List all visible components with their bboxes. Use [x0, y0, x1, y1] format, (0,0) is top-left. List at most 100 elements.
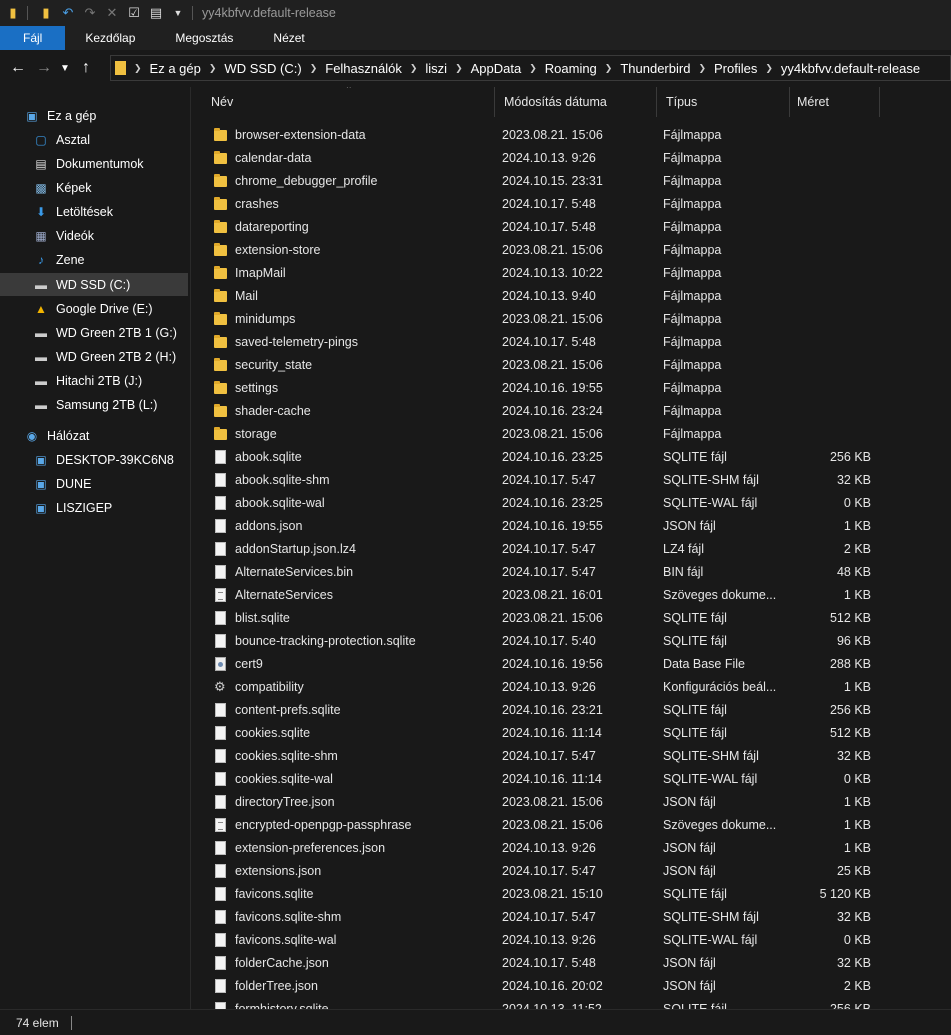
sidebar-item-documents[interactable]: ▤ Dokumentumok — [0, 152, 188, 175]
file-row[interactable]: favicons.sqlite-wal 2024.10.13. 9:26 SQLIT… — [192, 929, 951, 952]
sidebar-item-wd-ssd[interactable]: ▬ WD SSD (C:) — [0, 273, 188, 296]
sidebar-item-hitachi[interactable]: ▬ Hitachi 2TB (J:) — [0, 369, 188, 392]
breadcrumb-roaming[interactable]: Roaming — [539, 61, 603, 76]
file-row[interactable]: cookies.sqlite 2024.10.16. 11:14 SQLITE fá… — [192, 722, 951, 745]
file-row[interactable]: abook.sqlite 2024.10.16. 23:25 SQLITE fájl… — [192, 446, 951, 469]
folder-row[interactable]: Mail 2024.10.13. 9:40 Fájlmappa — [192, 285, 951, 308]
chevron-down-icon[interactable]: ▼ — [169, 4, 187, 22]
file-row[interactable]: formhistory.sqlite 2024.10.13. 11:52 SQLIT… — [192, 998, 951, 1009]
pane-divider[interactable] — [190, 87, 191, 1009]
chevron-right-icon[interactable]: ❯ — [527, 63, 539, 74]
sidebar-item-desktop-39kc6n8[interactable]: ▣ DESKTOP-39KC6N8 — [0, 448, 188, 471]
chevron-right-icon[interactable]: ❯ — [308, 63, 320, 74]
file-type: Fájlmappa — [663, 404, 722, 418]
file-row[interactable]: addons.json 2024.10.16. 19:55 JSON fájl 1 K… — [192, 515, 951, 538]
folder-row[interactable]: ImapMail 2024.10.13. 10:22 Fájlmappa — [192, 262, 951, 285]
up-button[interactable]: ↑ — [73, 54, 99, 82]
sidebar-item-wd-green-2[interactable]: ▬ WD Green 2TB 2 (H:) — [0, 345, 188, 368]
recent-locations-button[interactable]: ▼ — [57, 54, 73, 82]
rename-icon[interactable]: ▤ — [147, 4, 165, 22]
sidebar-item-dune[interactable]: ▣ DUNE — [0, 472, 188, 495]
redo-icon[interactable]: ↷ — [81, 4, 99, 22]
sidebar-item-samsung[interactable]: ▬ Samsung 2TB (L:) — [0, 393, 188, 416]
folder-row[interactable]: datareporting 2024.10.17. 5:48 Fájlmappa — [192, 216, 951, 239]
file-row[interactable]: folderTree.json 2024.10.16. 20:02 JSON fáj… — [192, 975, 951, 998]
sidebar-item-music[interactable]: ♪ Zene — [0, 248, 188, 271]
folder-row[interactable]: browser-extension-data 2023.08.21. 15:06 F… — [192, 124, 951, 147]
tab-file[interactable]: Fájl — [0, 26, 66, 50]
file-date: 2024.10.17. 5:47 — [502, 910, 596, 924]
breadcrumb-drive[interactable]: WD SSD (C:) — [218, 61, 307, 76]
folder-row[interactable]: extension-store 2023.08.21. 15:06 Fájlmapp… — [192, 239, 951, 262]
back-button[interactable]: ← — [5, 54, 31, 82]
folder-row[interactable]: chrome_debugger_profile 2024.10.15. 23:31… — [192, 170, 951, 193]
chevron-right-icon[interactable]: ❯ — [453, 63, 465, 74]
breadcrumb-user[interactable]: liszi — [419, 61, 453, 76]
file-row[interactable]: folderCache.json 2024.10.17. 5:48 JSON fáj… — [192, 952, 951, 975]
file-row[interactable]: cookies.sqlite-wal 2024.10.16. 11:14 SQLIT… — [192, 768, 951, 791]
folder-row[interactable]: saved-telemetry-pings 2024.10.17. 5:48 Fáj… — [192, 331, 951, 354]
breadcrumb-this-pc[interactable]: Ez a gép — [144, 61, 207, 76]
sidebar-item-network[interactable]: ◉ Hálózat — [0, 424, 188, 447]
file-row[interactable]: abook.sqlite-wal 2024.10.16. 23:25 SQLITE-… — [192, 492, 951, 515]
file-row[interactable]: directoryTree.json 2023.08.21. 15:06 JSON … — [192, 791, 951, 814]
folder-row[interactable]: shader-cache 2024.10.16. 23:24 Fájlmappa — [192, 400, 951, 423]
sidebar-item-this-pc[interactable]: ▣ Ez a gép — [0, 104, 188, 127]
file-row[interactable]: abook.sqlite-shm 2024.10.17. 5:47 SQLITE-S… — [192, 469, 951, 492]
breadcrumb-current[interactable]: yy4kbfvv.default-release — [775, 61, 926, 76]
file-row[interactable]: extensions.json 2024.10.17. 5:47 JSON fájl… — [192, 860, 951, 883]
file-row[interactable]: addonStartup.json.lz4 2024.10.17. 5:47 LZ4… — [192, 538, 951, 561]
file-row[interactable]: content-prefs.sqlite 2024.10.16. 23:21 SQL… — [192, 699, 951, 722]
file-row[interactable]: AlternateServices 2023.08.21. 16:01 Szöveg… — [192, 584, 951, 607]
chevron-right-icon[interactable]: ❯ — [696, 63, 708, 74]
file-row[interactable]: favicons.sqlite-shm 2024.10.17. 5:47 SQLIT… — [192, 906, 951, 929]
drive-icon: ▬ — [35, 397, 47, 412]
breadcrumb-appdata[interactable]: AppData — [465, 61, 528, 76]
folder-row[interactable]: minidumps 2023.08.21. 15:06 Fájlmappa — [192, 308, 951, 331]
checkmark-icon[interactable]: ☑ — [125, 4, 143, 22]
folder-row[interactable]: security_state 2023.08.21. 15:06 Fájlmappa — [192, 354, 951, 377]
undo-icon[interactable]: ↶ — [59, 4, 77, 22]
folder-row[interactable]: calendar-data 2024.10.13. 9:26 Fájlmappa — [192, 147, 951, 170]
sidebar-item-wd-green-1[interactable]: ▬ WD Green 2TB 1 (G:) — [0, 321, 188, 344]
chevron-right-icon[interactable]: ❯ — [408, 63, 420, 74]
file-row[interactable]: extension-preferences.json 2024.10.13. 9:… — [192, 837, 951, 860]
file-row[interactable]: cert9 2024.10.16. 19:56 Data Base File 288 … — [192, 653, 951, 676]
tab-view[interactable]: Nézet — [253, 26, 324, 50]
column-header-size[interactable]: Méret — [787, 87, 877, 117]
chevron-right-icon[interactable]: ❯ — [132, 63, 144, 74]
file-name: formhistory.sqlite — [235, 1002, 329, 1009]
folder-row[interactable]: crashes 2024.10.17. 5:48 Fájlmappa — [192, 193, 951, 216]
breadcrumb-profiles[interactable]: Profiles — [708, 61, 763, 76]
file-row[interactable]: favicons.sqlite 2023.08.21. 15:10 SQLITE f… — [192, 883, 951, 906]
forward-button[interactable]: → — [31, 54, 57, 82]
file-row[interactable]: AlternateServices.bin 2024.10.17. 5:47 BIN… — [192, 561, 951, 584]
address-bar[interactable]: ❯ Ez a gép ❯ WD SSD (C:) ❯ Felhasználók … — [110, 55, 951, 81]
chevron-right-icon[interactable]: ❯ — [207, 63, 219, 74]
sidebar-item-videos[interactable]: ▦ Videók — [0, 224, 188, 247]
sidebar-item-pictures[interactable]: ▩ Képek — [0, 176, 188, 199]
tab-home[interactable]: Kezdőlap — [65, 26, 155, 50]
chevron-right-icon[interactable]: ❯ — [763, 63, 775, 74]
sidebar-item-google-drive[interactable]: ▲ Google Drive (E:) — [0, 297, 188, 320]
column-header-name[interactable]: Név — [201, 87, 494, 117]
file-row[interactable]: encrypted-openpgp-passphrase 2023.08.21. … — [192, 814, 951, 837]
file-row[interactable]: ⚙ compatibility 2024.10.13. 9:26 Konfigurác… — [192, 676, 951, 699]
sidebar-item-desktop[interactable]: ▢ Asztal — [0, 128, 188, 151]
sidebar-item-liszigep[interactable]: ▣ LISZIGEP — [0, 496, 188, 519]
tab-share[interactable]: Megosztás — [155, 26, 253, 50]
breadcrumb-thunderbird[interactable]: Thunderbird — [614, 61, 696, 76]
delete-icon[interactable]: ✕ — [103, 4, 121, 22]
sidebar-item-downloads[interactable]: ⬇ Letöltések — [0, 200, 188, 223]
folder-row[interactable]: settings 2024.10.16. 19:55 Fájlmappa — [192, 377, 951, 400]
properties-icon[interactable]: ▮ — [37, 4, 55, 22]
column-header-type[interactable]: Típus — [656, 87, 789, 117]
chevron-right-icon[interactable]: ❯ — [603, 63, 615, 74]
column-header-date[interactable]: Módosítás dátuma — [494, 87, 656, 117]
folder-row[interactable]: storage 2023.08.21. 15:06 Fájlmappa — [192, 423, 951, 446]
column-separator[interactable] — [879, 87, 880, 117]
file-row[interactable]: bounce-tracking-protection.sqlite 2024.10… — [192, 630, 951, 653]
breadcrumb-users[interactable]: Felhasználók — [319, 61, 408, 76]
file-row[interactable]: blist.sqlite 2023.08.21. 15:06 SQLITE fájl… — [192, 607, 951, 630]
file-row[interactable]: cookies.sqlite-shm 2024.10.17. 5:47 SQLITE… — [192, 745, 951, 768]
